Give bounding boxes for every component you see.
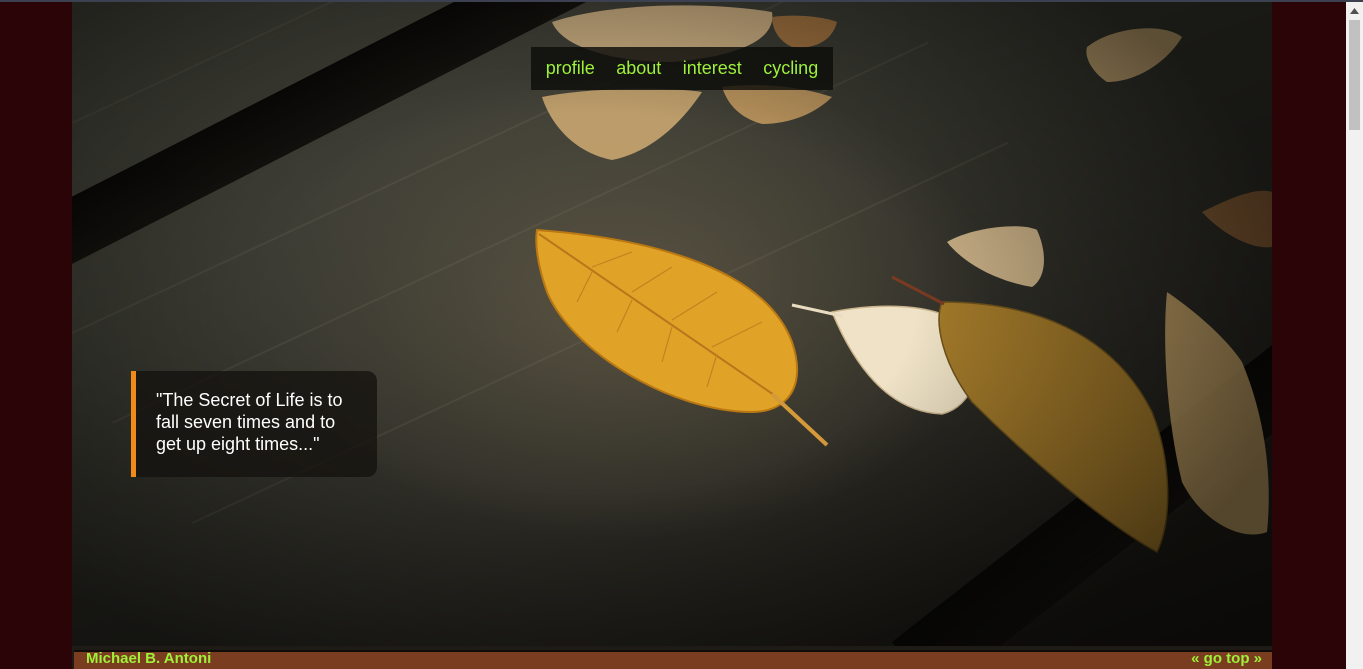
page-container: profile about interest cycling "The Secr… [72,2,1272,669]
footer-author-name: Michael B. Antoni [86,650,212,667]
go-top-link[interactable]: « go top » [1191,650,1262,667]
nav-link-profile[interactable]: profile [540,58,601,79]
nav-link-interest[interactable]: interest [677,58,748,79]
scroll-up-arrow-icon[interactable] [1346,2,1363,19]
quote-text: "The Secret of Life is to fall seven tim… [156,390,343,454]
nav-link-about[interactable]: about [610,58,667,79]
nav-link-cycling[interactable]: cycling [757,58,824,79]
quote-box: "The Secret of Life is to fall seven tim… [131,371,377,477]
footer-bar: Michael B. Antoni « go top » [74,650,1272,669]
vertical-scrollbar[interactable] [1346,2,1363,669]
hero-background-image [72,2,1272,646]
leaves-illustration [535,5,1272,554]
scrollbar-thumb[interactable] [1349,20,1360,130]
golden-leaf [535,228,829,447]
main-nav: profile about interest cycling [531,47,833,90]
